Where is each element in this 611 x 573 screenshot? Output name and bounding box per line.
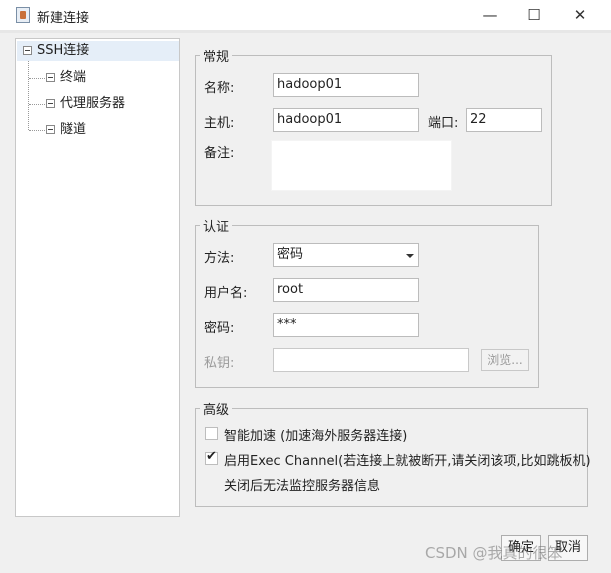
password-label: 密码: (204, 321, 235, 336)
window-title: 新建连接 (37, 11, 90, 26)
smart-accel-checkbox[interactable] (205, 427, 218, 440)
smart-accel-label: 智能加速 (加速海外服务器连接) (224, 429, 408, 444)
username-label: 用户名: (204, 286, 248, 301)
tree-branch-line (29, 130, 45, 131)
tree-guide-line (28, 60, 29, 130)
notes-textarea[interactable] (271, 140, 452, 191)
tree-item-ssh[interactable]: SSH连接 (17, 41, 179, 61)
maximize-button[interactable]: ☐ (511, 0, 557, 30)
exec-channel-label: 启用Exec Channel(若连接上就被断开,请关闭该项,比如跳板机) (224, 454, 591, 469)
tree-item-terminal[interactable]: 终端 (46, 68, 86, 88)
collapse-icon[interactable] (46, 125, 55, 134)
username-field[interactable]: root (273, 278, 419, 302)
host-field[interactable]: hadoop01 (273, 108, 419, 132)
exec-channel-note: 关闭后无法监控服务器信息 (224, 479, 381, 494)
general-legend: 常规 (203, 50, 230, 65)
collapse-icon[interactable] (46, 73, 55, 82)
port-label: 端口: (428, 116, 459, 131)
advanced-legend: 高级 (203, 403, 230, 418)
java-app-icon (16, 7, 30, 23)
settings-tree: SSH连接 终端 代理服务器 隧道 (15, 38, 180, 517)
tree-branch-line (29, 78, 45, 79)
host-label: 主机: (204, 116, 235, 131)
browse-button[interactable]: 浏览... (481, 349, 529, 371)
exec-channel-checkbox[interactable] (205, 449, 218, 465)
watermark: CSDN @我真的很笨 (425, 544, 563, 562)
private-key-field[interactable] (273, 348, 469, 372)
auth-legend: 认证 (203, 220, 230, 235)
collapse-icon[interactable] (23, 46, 32, 55)
tree-item-proxy[interactable]: 代理服务器 (46, 94, 125, 114)
private-key-label: 私钥: (204, 356, 235, 371)
tree-item-label: 终端 (60, 70, 87, 85)
tree-item-label: SSH连接 (37, 43, 90, 58)
collapse-icon[interactable] (46, 99, 55, 108)
auth-method-value: 密码 (277, 247, 304, 262)
port-field[interactable]: 22 (466, 108, 542, 132)
close-button[interactable]: ✕ (557, 0, 603, 30)
tree-item-tunnel[interactable]: 隧道 (46, 120, 86, 140)
tree-branch-line (29, 104, 45, 105)
title-divider (0, 30, 611, 33)
dropdown-arrow-icon (406, 254, 414, 258)
password-field[interactable]: *** (273, 313, 419, 337)
name-label: 名称: (204, 81, 235, 96)
method-label: 方法: (204, 251, 235, 266)
auth-method-select[interactable]: 密码 (273, 243, 419, 267)
tree-item-label: 隧道 (60, 122, 87, 137)
name-field[interactable]: hadoop01 (273, 73, 419, 97)
notes-label: 备注: (204, 146, 235, 161)
tree-item-label: 代理服务器 (60, 96, 126, 111)
minimize-button[interactable]: — (467, 0, 513, 30)
